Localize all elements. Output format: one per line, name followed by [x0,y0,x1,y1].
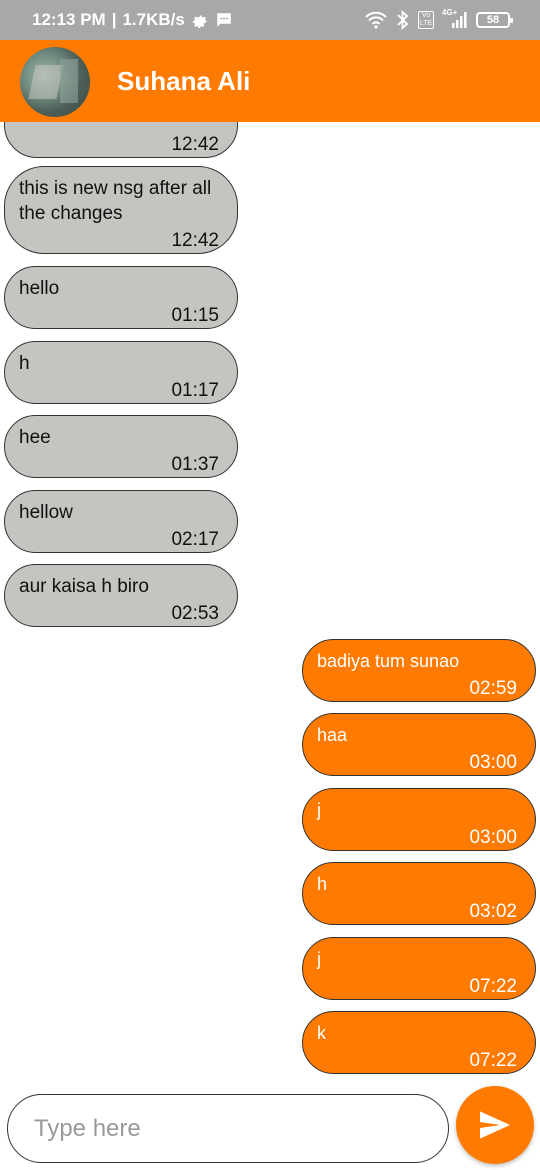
message-bubble-outgoing[interactable]: h 03:02 [302,862,536,925]
message-text: h [19,353,30,374]
message-time: 01:15 [171,305,219,326]
message-time: 12:42 [171,230,219,251]
message-text: badiya tum sunao [317,651,460,671]
status-bar: 12:13 PM | 1.7KB/s Vo LTE 4G+ 58 [0,0,540,40]
message-time: 07:22 [469,1050,517,1071]
message-text: h [317,874,328,894]
message-bubble-incoming[interactable]: aur kaisa h biro 02:53 [4,564,238,627]
contact-name[interactable]: Suhana Ali [117,66,250,97]
send-icon [480,1111,510,1139]
message-bubble-incoming[interactable]: hellow 02:17 [4,490,238,553]
message-text: hellow [19,502,73,523]
message-time: 01:37 [171,454,219,475]
message-bubble-outgoing[interactable]: badiya tum sunao 02:59 [302,639,536,702]
contact-avatar[interactable] [20,47,90,117]
bluetooth-icon [396,10,410,30]
status-right: Vo LTE 4G+ 58 [364,8,513,30]
status-separator: | [111,10,117,29]
message-bubble-incoming[interactable]: this is new nsg after all the changes 12… [4,166,238,254]
wifi-icon [364,11,388,29]
message-time: 03:00 [469,827,517,848]
message-time: 02:17 [171,529,219,550]
message-bubble-incoming[interactable]: h 01:17 [4,341,238,404]
battery-icon: 58 [476,12,513,28]
message-text: haa [317,725,348,745]
composer [0,1080,540,1170]
message-time: 03:02 [469,901,517,922]
message-text: aur kaisa h biro [19,576,149,597]
message-text: hee [19,427,51,448]
message-text: this is new nsg after all the changes [19,178,212,224]
chat-header: Suhana Ali [0,40,540,122]
signal-icon: 4G+ [442,8,468,29]
message-bubble-outgoing[interactable]: k 07:22 [302,1011,536,1074]
message-list[interactable]: 12:42 this is new nsg after all the chan… [0,122,540,1080]
network-type-label: 4G+ [442,8,458,17]
message-time: 03:00 [469,752,517,773]
message-bubble-incoming[interactable]: hee 01:37 [4,415,238,478]
message-time: 01:17 [171,380,219,401]
message-input[interactable] [7,1094,449,1163]
settings-icon [191,11,209,29]
message-time: 02:53 [171,603,219,624]
message-time: 02:59 [469,678,517,699]
message-bubble-incoming[interactable]: hello 01:15 [4,266,238,329]
status-speed: 1.7KB/s [122,10,185,29]
message-bubble-outgoing[interactable]: haa 03:00 [302,713,536,776]
message-bubble-incoming[interactable]: 12:42 [4,122,238,158]
send-button[interactable] [456,1086,534,1164]
status-left: 12:13 PM | 1.7KB/s [32,10,233,30]
message-text: k [317,1023,326,1043]
message-text: hello [19,278,60,299]
status-time: 12:13 PM [32,10,106,29]
message-time: 07:22 [469,976,517,997]
message-bubble-outgoing[interactable]: j 07:22 [302,937,536,1000]
message-icon [215,11,233,29]
volte-icon: Vo LTE [418,11,434,29]
message-text: j [317,949,321,969]
message-bubble-outgoing[interactable]: j 03:00 [302,788,536,851]
message-time: 12:42 [171,134,219,155]
message-text: j [317,800,321,820]
